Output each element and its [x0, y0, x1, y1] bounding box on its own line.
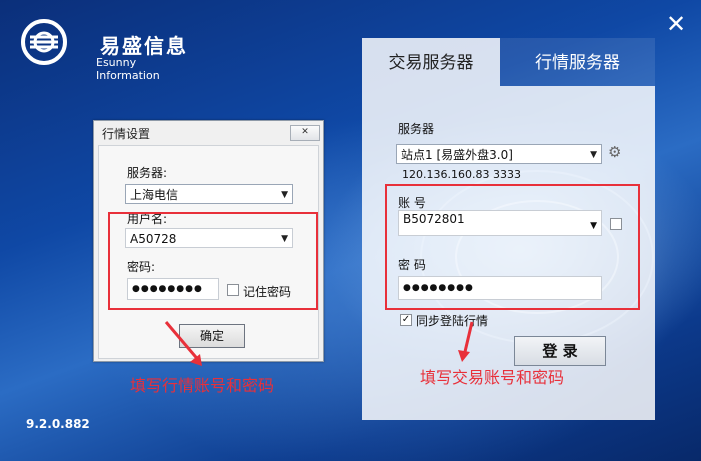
- sync-quote-checkbox[interactable]: ✓: [400, 314, 412, 326]
- esunny-logo-icon: [21, 19, 67, 65]
- annotation-arrow-right: [458, 321, 474, 362]
- chevron-down-icon: ▼: [590, 150, 597, 160]
- login-button[interactable]: 登 录: [514, 336, 606, 366]
- server-label: 服务器: [398, 122, 435, 136]
- close-icon[interactable]: ✕: [664, 12, 688, 36]
- chevron-down-icon: ▼: [281, 190, 288, 200]
- annotation-box-quote-credentials: [108, 212, 318, 310]
- dialog-server-select[interactable]: 上海电信 ▼: [125, 184, 293, 204]
- dialog-server-label: 服务器:: [127, 166, 168, 180]
- annotation-text-quote: 填写行情账号和密码: [130, 376, 275, 395]
- version-label: 9.2.0.882: [26, 417, 90, 431]
- gear-icon[interactable]: ⚙: [608, 143, 621, 161]
- dialog-close-button[interactable]: ✕: [290, 125, 320, 141]
- server-select[interactable]: 站点1 [易盛外盘3.0] ▼: [396, 144, 602, 164]
- server-address: 120.136.160.83 3333: [402, 168, 521, 181]
- tab-quote-server[interactable]: 行情服务器: [500, 38, 655, 86]
- logo-text-cn: 易盛信息: [100, 34, 188, 58]
- app-logo: 易盛信息 Esunny Information: [20, 18, 190, 82]
- server-select-value: 站点1 [易盛外盘3.0]: [401, 148, 513, 162]
- logo-text-en: Esunny Information: [96, 56, 160, 82]
- dialog-title: 行情设置: [102, 127, 151, 141]
- tab-trade-server[interactable]: 交易服务器: [362, 38, 500, 86]
- annotation-box-trade-credentials: [385, 184, 640, 310]
- dialog-server-value: 上海电信: [130, 188, 179, 202]
- annotation-arrow-left: [164, 321, 202, 366]
- annotation-text-trade: 填写交易账号和密码: [420, 368, 565, 387]
